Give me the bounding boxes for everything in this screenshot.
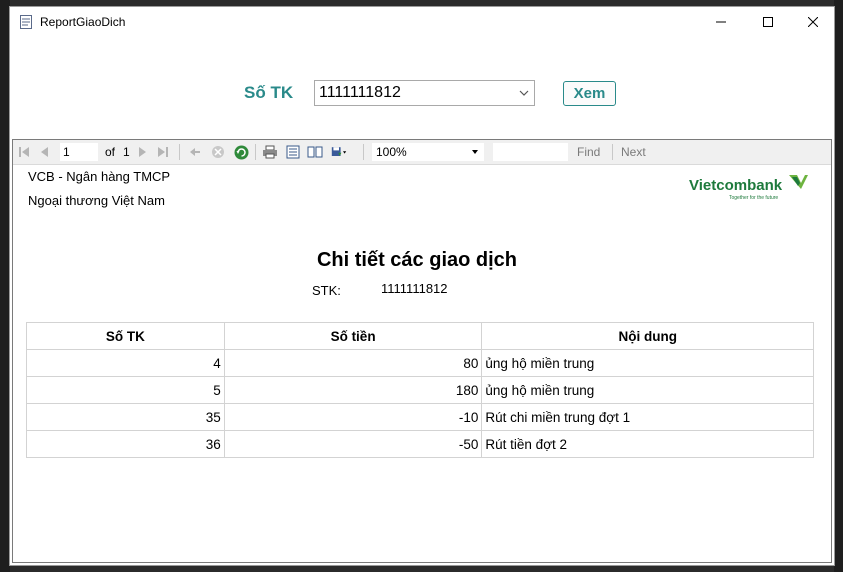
last-page-icon[interactable] xyxy=(155,144,171,160)
refresh-icon[interactable] xyxy=(233,144,249,160)
table-row: 4 80 ủng hộ miền trung xyxy=(26,349,814,377)
report-title: Chi tiết các giao dịch xyxy=(316,249,518,271)
column-header-so-tien: Số tiền xyxy=(223,322,483,350)
cell-so-tk: 36 xyxy=(26,430,225,458)
first-page-icon[interactable] xyxy=(16,144,32,160)
table-header-row: Số TK Số tiền Nội dung xyxy=(26,322,814,350)
toolbar-separator xyxy=(255,144,256,160)
cell-noi-dung: Rút chi miền trung đợt 1 xyxy=(481,403,814,431)
table-row: 35 -10 Rút chi miền trung đợt 1 xyxy=(26,403,814,431)
cell-so-tk: 35 xyxy=(26,403,225,431)
account-combobox[interactable]: 1111111812 xyxy=(314,80,535,106)
zoom-value: 100% xyxy=(376,145,407,159)
zoom-select[interactable]: 100% xyxy=(372,143,484,161)
cell-so-tien: -10 xyxy=(223,403,483,431)
print-layout-icon[interactable] xyxy=(285,144,301,160)
back-icon[interactable] xyxy=(187,144,203,160)
cell-so-tien: 180 xyxy=(223,376,483,404)
cell-noi-dung: ủng hộ miền trung xyxy=(481,376,814,404)
cell-so-tien: -50 xyxy=(223,430,483,458)
cell-so-tk: 5 xyxy=(26,376,225,404)
find-next-link[interactable]: Next xyxy=(621,145,646,159)
background-editor-right xyxy=(834,0,843,572)
toolbar-separator xyxy=(612,144,613,160)
stop-icon[interactable] xyxy=(210,144,226,160)
next-page-icon[interactable] xyxy=(134,144,150,160)
report-toolbar: 1 of 1 100% Find Next xyxy=(13,140,831,165)
cell-so-tien: 80 xyxy=(223,349,483,377)
find-input[interactable] xyxy=(493,143,568,161)
svg-text:Together for the future: Together for the future xyxy=(729,195,778,201)
svg-text:Vietcombank: Vietcombank xyxy=(689,177,783,194)
bank-name-line1: VCB - Ngân hàng TMCP xyxy=(28,169,171,184)
chevron-down-icon xyxy=(519,90,529,96)
cell-noi-dung: ủng hộ miền trung xyxy=(481,349,814,377)
account-label: Số TK xyxy=(244,83,294,102)
total-pages: 1 xyxy=(123,145,130,159)
stk-label: STK: xyxy=(312,283,341,298)
chevron-down-icon xyxy=(472,150,478,154)
maximize-icon xyxy=(763,17,773,27)
page-setup-icon[interactable] xyxy=(307,144,323,160)
toolbar-separator xyxy=(363,144,364,160)
export-icon[interactable] xyxy=(331,144,347,160)
account-combobox-value: 1111111812 xyxy=(319,84,401,101)
close-icon xyxy=(808,17,818,27)
transactions-table: Số TK Số tiền Nội dung 4 80 ủng hộ miền … xyxy=(26,322,814,458)
toolbar-separator xyxy=(179,144,180,160)
title-bar[interactable]: ReportGiaoDich xyxy=(10,7,834,37)
maximize-button[interactable] xyxy=(745,7,791,37)
close-button[interactable] xyxy=(790,7,836,37)
vietcombank-logo: Vietcombank Together for the future xyxy=(689,175,808,201)
table-row: 36 -50 Rút tiền đợt 2 xyxy=(26,430,814,458)
report-viewer: 1 of 1 100% Find Next VCB - Ngân hàng TM… xyxy=(12,139,832,563)
column-header-so-tk: Số TK xyxy=(26,322,225,350)
report-page: VCB - Ngân hàng TMCP Ngoại thương Việt N… xyxy=(13,165,831,561)
cell-noi-dung: Rút tiền đợt 2 xyxy=(481,430,814,458)
previous-page-icon[interactable] xyxy=(37,144,53,160)
current-page-input[interactable]: 1 xyxy=(60,143,98,161)
table-row: 5 180 ủng hộ miền trung xyxy=(26,376,814,404)
report-window: ReportGiaoDich Số TK 1111111812 Xem 1 of… xyxy=(9,6,835,566)
view-button[interactable]: Xem xyxy=(563,81,616,106)
report-app-icon xyxy=(20,15,32,29)
of-label: of xyxy=(105,145,116,159)
find-link[interactable]: Find xyxy=(577,145,600,159)
minimize-button[interactable] xyxy=(698,7,744,37)
minimize-icon xyxy=(716,21,726,23)
bank-name-line2: Ngoại thương Việt Nam xyxy=(28,193,165,208)
stk-value: 1111111812 xyxy=(381,281,448,296)
window-title: ReportGiaoDich xyxy=(40,15,126,29)
cell-so-tk: 4 xyxy=(26,349,225,377)
column-header-noi-dung: Nội dung xyxy=(481,322,814,350)
print-icon[interactable] xyxy=(262,144,278,160)
